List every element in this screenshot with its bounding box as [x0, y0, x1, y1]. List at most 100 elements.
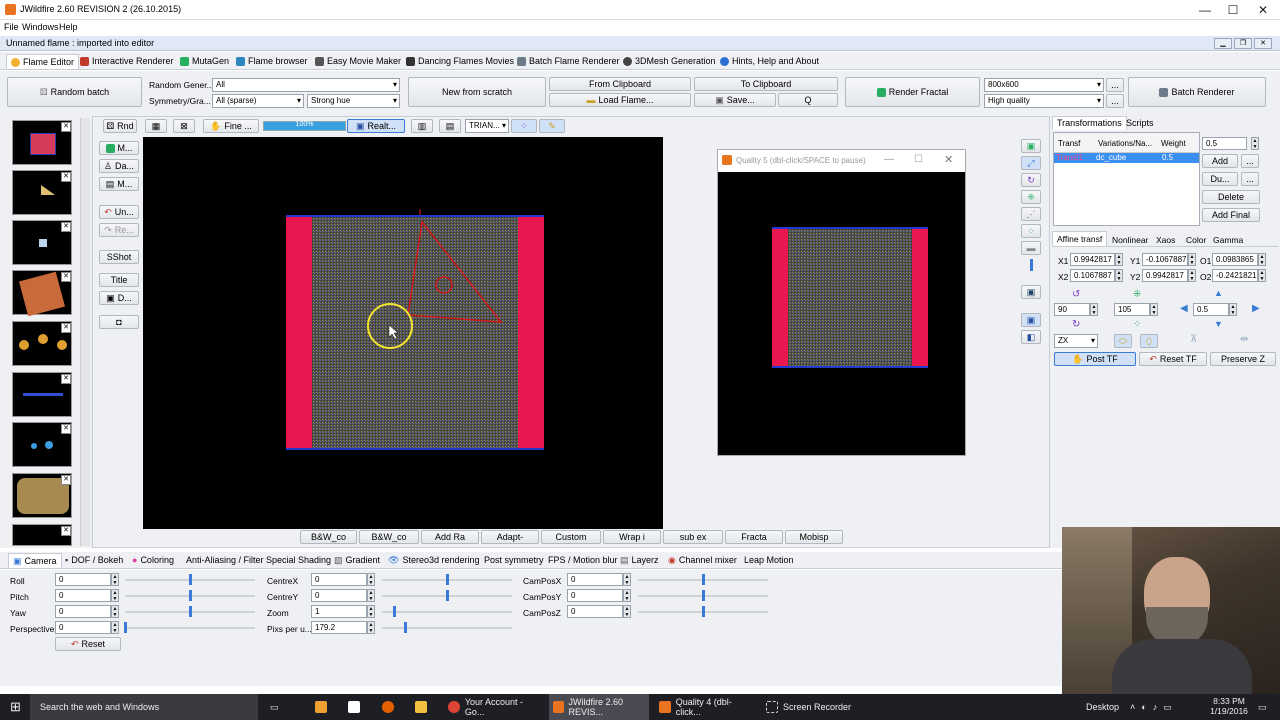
y1-spinner[interactable]: ▲ ▼ — [1188, 253, 1196, 266]
bottom-button-1[interactable]: B&W_co — [300, 530, 357, 544]
bottom-button-6[interactable]: Wrap i — [603, 530, 661, 544]
plane-select[interactable]: ZX — [1054, 334, 1098, 348]
pixs-spinner[interactable]: ▲ ▼ — [367, 621, 375, 634]
thumbnail-close-icon[interactable]: ✕ — [61, 323, 71, 333]
pitch-spinner[interactable]: ▲ ▼ — [111, 589, 119, 602]
tab-special-shading[interactable]: Special Shading — [266, 553, 331, 568]
camposx-field[interactable]: 0 — [567, 573, 623, 586]
triangle-mode-select[interactable]: TRIAN... — [465, 119, 509, 133]
centrex-field[interactable]: 0 — [311, 573, 367, 586]
edit-mode-button[interactable]: ⁘ — [511, 119, 537, 133]
thumbnail-close-icon[interactable]: ✕ — [61, 424, 71, 434]
move-toggle-button[interactable]: ⊠ — [173, 119, 195, 133]
tab-channel-mixer[interactable]: ◉ Channel mixer — [668, 553, 737, 568]
save-button[interactable]: ▣ Save... — [694, 93, 776, 107]
inner-close-icon[interactable]: ✕ — [1254, 38, 1272, 49]
fine-edit-button[interactable]: ✋ Fine ... — [203, 119, 259, 133]
x1-field[interactable]: 0.9942817 — [1070, 253, 1115, 266]
move-right-icon[interactable]: ▶ — [1252, 303, 1260, 314]
o1-spinner[interactable]: ▲ ▼ — [1258, 253, 1266, 266]
move-left-icon[interactable]: ◀ — [1180, 303, 1188, 314]
flame-canvas[interactable] — [143, 137, 663, 529]
thumbnail-close-icon[interactable]: ✕ — [61, 272, 71, 282]
x2-field[interactable]: 0.1067887 — [1070, 269, 1115, 282]
redo-button[interactable]: ↷ Re... — [99, 223, 139, 237]
frame-button[interactable]: ▤ — [439, 119, 461, 133]
tool-select-icon[interactable]: ▣ — [1021, 139, 1041, 153]
network-icon[interactable]: ◐ — [1141, 702, 1146, 712]
tool-spin-icon[interactable]: ↻ — [1021, 173, 1041, 187]
desktop-toolbar[interactable]: Desktop — [1086, 694, 1119, 720]
bottom-button-3[interactable]: Add Ra — [421, 530, 479, 544]
render-fractal-button[interactable]: Render Fractal — [845, 77, 980, 107]
taskbar-app-recorder[interactable]: Screen Recorder — [762, 694, 862, 720]
move-spinner[interactable]: ▲ ▼ — [1229, 303, 1237, 316]
menu-help[interactable]: Help — [59, 22, 78, 32]
batch-renderer-button[interactable]: Batch Renderer — [1128, 77, 1266, 107]
camposx-spinner[interactable]: ▲ ▼ — [623, 573, 631, 586]
thumbnail-close-icon[interactable]: ✕ — [61, 374, 71, 384]
rotate-field[interactable]: 90 — [1054, 303, 1090, 316]
tab-gradient[interactable]: ▧ Gradient — [334, 553, 380, 568]
camposz-slider-knob[interactable] — [702, 606, 705, 617]
tool-slider[interactable] — [1030, 259, 1033, 271]
screenshot-button[interactable]: SShot — [99, 250, 139, 264]
tab-dof[interactable]: ▪ DOF / Bokeh — [65, 553, 123, 568]
scale-spinner[interactable]: ▲ ▼ — [1150, 303, 1158, 316]
align-icon[interactable]: ⇹ — [1240, 334, 1248, 345]
minimize-icon[interactable]: — — [1190, 2, 1220, 18]
bottom-button-7[interactable]: sub ex — [663, 530, 723, 544]
rnd-button[interactable]: ⚄ Rnd — [103, 119, 137, 133]
tab-flame-editor[interactable]: Flame Editor — [6, 54, 80, 69]
y1-field[interactable]: -0.1067887 — [1142, 253, 1188, 266]
y2-field[interactable]: 0.9942817 — [1142, 269, 1188, 282]
tab-flame-browser[interactable]: Flame browser — [236, 54, 308, 69]
camposy-spinner[interactable]: ▲ ▼ — [623, 589, 631, 602]
camposx-slider-knob[interactable] — [702, 574, 705, 585]
explorer-icon[interactable] — [415, 694, 427, 720]
tab-batch-flame-renderer[interactable]: Batch Flame Renderer — [517, 54, 620, 69]
tool-gray-icon[interactable]: ▬ — [1021, 241, 1041, 255]
weight-field[interactable]: 0.5 — [1202, 137, 1247, 150]
zoom-field[interactable]: 1 — [311, 605, 367, 618]
move-down-icon[interactable]: ▼ — [1214, 319, 1223, 329]
camera-reset-button[interactable]: ↶ Reset — [55, 637, 121, 651]
perspective-spinner[interactable]: ▲ ▼ — [111, 621, 119, 634]
taskbar-search[interactable]: Search the web and Windows — [30, 694, 258, 720]
scale-up-icon[interactable]: ⁜ — [1133, 289, 1141, 300]
symmetry-select[interactable]: All (sparse) — [212, 94, 304, 108]
add-more-button[interactable]: ... — [1241, 154, 1259, 168]
zoom-slider-knob[interactable] — [393, 606, 396, 617]
yaw-field[interactable]: 0 — [55, 605, 111, 618]
flip-v-icon[interactable]: ⬯ — [1140, 334, 1158, 348]
task-view-icon[interactable]: ▭ — [270, 694, 279, 720]
tool-monitor-icon[interactable]: ▣ — [1021, 313, 1041, 327]
tab-affine[interactable]: Affine transf — [1052, 231, 1108, 246]
camposz-field[interactable]: 0 — [567, 605, 623, 618]
taskbar-app-jwildfire[interactable]: JWildfire 2.60 REVIS... — [549, 694, 649, 720]
flip-h-icon[interactable]: ⬭ — [1114, 334, 1132, 348]
yaw-spinner[interactable]: ▲ ▼ — [111, 605, 119, 618]
preview-window[interactable]: Quality 5 (dbl-click/SPACE to pause) — ☐… — [717, 149, 966, 456]
from-clipboard-button[interactable]: From Clipboard — [549, 77, 691, 91]
centrex-slider-knob[interactable] — [446, 574, 449, 585]
tool-pivot-icon[interactable]: ⁘ — [1021, 224, 1041, 238]
tab-mutagen[interactable]: MutaGen — [180, 54, 229, 69]
add-transform-button[interactable]: Add — [1202, 154, 1238, 168]
preserve-z-button[interactable]: Preserve Z — [1210, 352, 1276, 366]
bottom-button-4[interactable]: Adapt- — [481, 530, 539, 544]
tab-gamma[interactable]: Gamma — [1213, 235, 1243, 245]
centrey-spinner[interactable]: ▲ ▼ — [367, 589, 375, 602]
taskbar-app-chrome[interactable]: Your Account - Go... — [444, 694, 544, 720]
thumbnail-close-icon[interactable]: ✕ — [61, 172, 71, 182]
tab-camera[interactable]: ▣ Camera — [8, 553, 62, 568]
quality-more-button[interactable]: ... — [1106, 94, 1124, 108]
gradient-select[interactable]: Strong hue — [307, 94, 400, 108]
tab-post-symmetry[interactable]: Post symmetry — [484, 553, 544, 568]
start-icon[interactable]: ⊞ — [10, 694, 24, 720]
layout-button[interactable]: ▥ — [411, 119, 433, 133]
side-button-movie[interactable]: ▤ M... — [99, 177, 139, 191]
close-icon[interactable]: ✕ — [1248, 2, 1278, 18]
tab-xaos[interactable]: Xaos — [1156, 235, 1175, 245]
scale-field[interactable]: 105 — [1114, 303, 1150, 316]
